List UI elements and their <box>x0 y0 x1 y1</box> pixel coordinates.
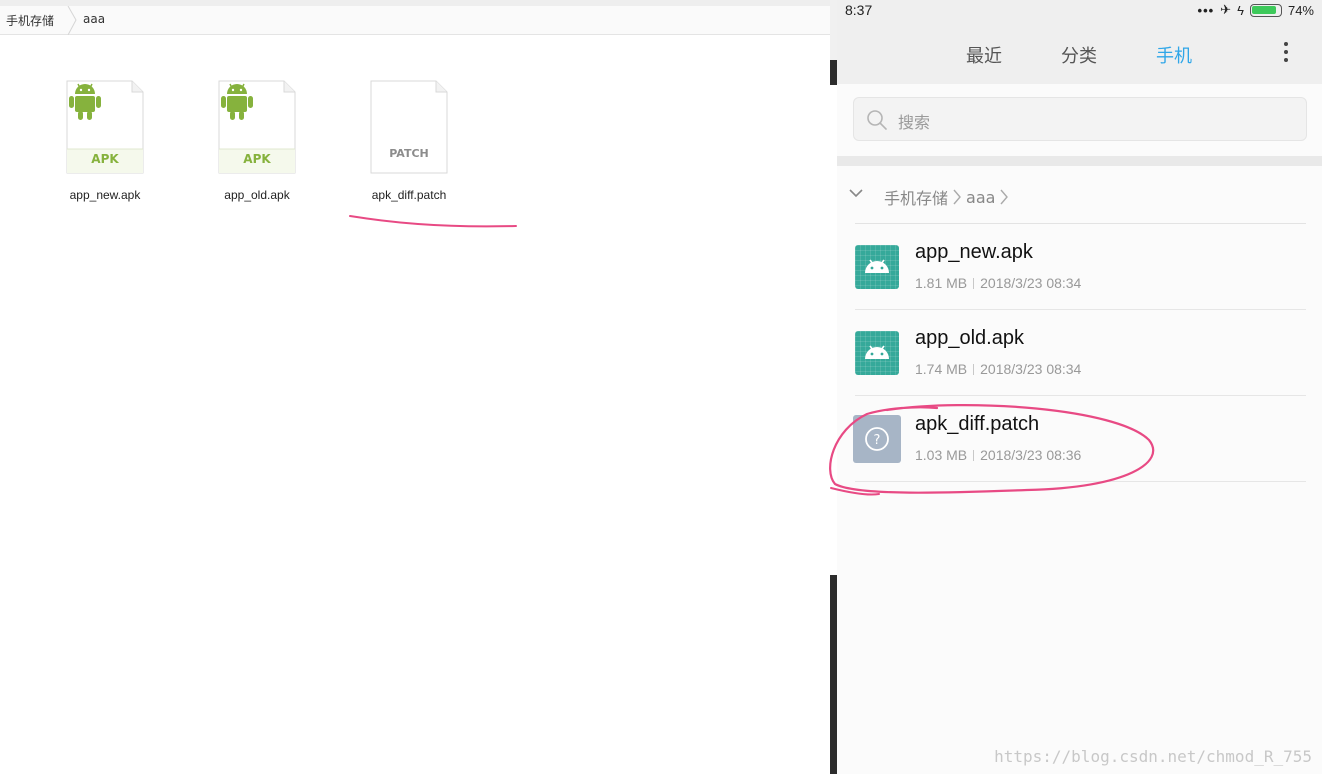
android-icon <box>855 331 899 375</box>
tab-category[interactable]: 分类 <box>1061 42 1097 68</box>
chevron-right-icon <box>1000 189 1009 205</box>
file-name: app_new.apk <box>915 241 1033 263</box>
path-item-aaa[interactable]: aaa <box>966 188 995 207</box>
battery-icon <box>1249 3 1282 17</box>
search-placeholder: 搜索 <box>898 113 931 132</box>
breadcrumb-separator-icon <box>67 6 77 35</box>
file-type-badge: PATCH <box>389 147 429 160</box>
panel-divider <box>830 0 837 774</box>
file-tile-app-old[interactable]: APK app_old.apk <box>197 80 317 202</box>
more-dots-icon: ••• <box>1197 2 1215 18</box>
list-item[interactable]: app_old.apk 1.74 MB 2018/3/23 08:34 <box>837 310 1322 396</box>
breadcrumb: 手机存储 aaa <box>0 0 830 35</box>
file-name: app_old.apk <box>915 327 1024 349</box>
section-gap <box>837 156 1322 166</box>
file-type-badge: APK <box>91 152 119 166</box>
status-bar: 8:37 ••• ✈ ϟ 74% <box>837 0 1322 24</box>
file-tile-app-new[interactable]: APK app_new.apk <box>45 80 165 202</box>
file-name: apk_diff.patch <box>371 188 447 202</box>
file-meta: 1.74 MB 2018/3/23 08:34 <box>915 361 1081 377</box>
file-name: app_new.apk <box>69 188 141 202</box>
file-name: app_old.apk <box>224 188 290 202</box>
more-options-icon[interactable] <box>1282 42 1290 64</box>
status-icons: ••• ✈ ϟ 74% <box>1198 2 1314 18</box>
chevron-down-icon[interactable] <box>849 188 863 198</box>
search-section: 搜索 <box>837 84 1322 156</box>
airplane-icon: ✈ <box>1220 2 1232 17</box>
battery-percent: 74% <box>1287 2 1314 18</box>
android-icon <box>221 83 253 120</box>
phone-file-manager: 8:37 ••• ✈ ϟ 74% 最近 分类 手机 搜索 手机存储 aaa ap… <box>837 0 1322 774</box>
annotation-circle <box>829 404 1155 496</box>
android-icon <box>855 245 899 289</box>
charging-icon: ϟ <box>1237 2 1244 18</box>
screenshot-root: 手机存储 aaa APK app_new.apk APK app_old.apk… <box>0 0 1322 774</box>
file-size: 1.74 MB <box>915 361 968 377</box>
search-icon <box>867 110 887 130</box>
apk-file-icon: APK <box>218 80 296 174</box>
file-size: 1.81 MB <box>915 275 968 291</box>
apk-file-icon: APK <box>66 80 144 174</box>
chevron-right-icon <box>953 189 961 205</box>
annotation-underline <box>349 215 517 228</box>
path-bar[interactable]: 手机存储 aaa <box>837 166 1322 224</box>
file-meta: 1.81 MB 2018/3/23 08:34 <box>915 275 1081 291</box>
tab-phone[interactable]: 手机 <box>1156 42 1192 68</box>
desktop-file-browser: 手机存储 aaa APK app_new.apk APK app_old.apk… <box>0 0 830 774</box>
file-type-badge: APK <box>243 152 271 166</box>
list-item[interactable]: app_new.apk 1.81 MB 2018/3/23 08:34 <box>837 224 1322 310</box>
breadcrumb-item-phone-storage[interactable]: 手机存储 <box>6 12 54 29</box>
search-input[interactable]: 搜索 <box>853 97 1307 141</box>
android-icon <box>69 83 101 120</box>
watermark: https://blog.csdn.net/chmod_R_755 <box>994 747 1312 766</box>
tab-bar: 最近 分类 手机 <box>837 24 1322 84</box>
file-tile-apk-diff[interactable]: PATCH apk_diff.patch <box>349 80 469 202</box>
status-time: 8:37 <box>845 2 873 18</box>
file-date: 2018/3/23 08:34 <box>980 361 1082 377</box>
breadcrumb-item-aaa[interactable]: aaa <box>83 12 105 26</box>
patch-file-icon: PATCH <box>370 80 448 174</box>
file-date: 2018/3/23 08:34 <box>980 275 1082 291</box>
path-breadcrumb: 手机存储 aaa <box>884 185 1009 209</box>
tab-recent[interactable]: 最近 <box>966 42 1002 68</box>
path-item-phone-storage[interactable]: 手机存储 <box>884 185 948 209</box>
